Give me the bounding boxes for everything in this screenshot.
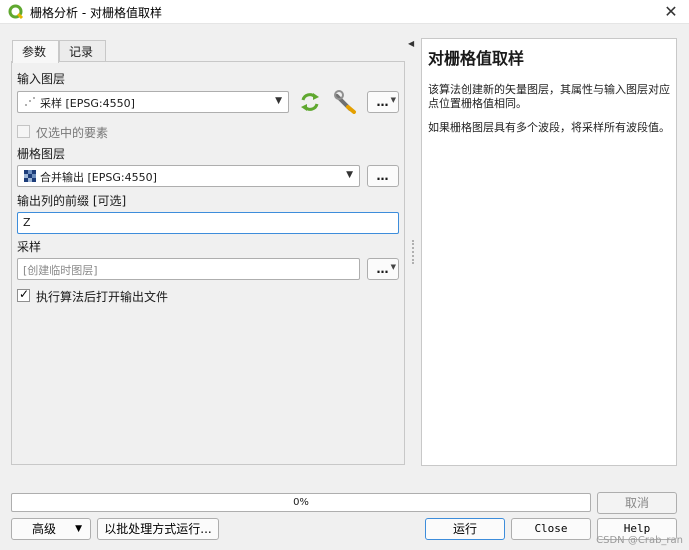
chevron-down-icon: ▼ xyxy=(275,96,282,106)
splitter-handle[interactable] xyxy=(412,240,414,264)
batch-process-button[interactable]: 以批处理方式运行... xyxy=(97,518,219,540)
title-bar: 栅格分析 - 对栅格值取样 ✕ xyxy=(0,0,689,24)
wrench-icon[interactable] xyxy=(333,90,357,114)
chevron-down-icon: ▼ xyxy=(346,170,353,180)
selected-only-label: 仅选中的要素 xyxy=(36,126,109,140)
close-button[interactable]: Close xyxy=(511,518,591,540)
point-layer-icon xyxy=(25,97,35,106)
iterate-icon[interactable] xyxy=(298,91,322,113)
help-panel: 对栅格值取样 该算法创建新的矢量图层，其属性与输入图层对应点位置栅格值相同。 如… xyxy=(421,38,677,466)
advanced-button[interactable]: 高级 ▼ xyxy=(11,518,91,540)
close-icon[interactable]: ✕ xyxy=(661,2,681,22)
help-title: 对栅格值取样 xyxy=(428,49,525,68)
open-output-checkbox[interactable]: ✓ xyxy=(17,287,30,302)
input-layer-label: 输入图层 xyxy=(17,72,66,86)
prefix-input[interactable]: Z xyxy=(17,212,399,234)
raster-layer-options-button[interactable]: … xyxy=(367,165,399,187)
tab-log[interactable]: 记录 xyxy=(59,40,106,62)
progress-bar: 0% xyxy=(11,493,591,512)
raster-layer-label: 栅格图层 xyxy=(17,147,66,161)
sample-output-label: 采样 xyxy=(17,240,42,254)
window-title: 栅格分析 - 对栅格值取样 xyxy=(30,6,162,20)
progress-label: 0% xyxy=(293,497,309,508)
cancel-button[interactable]: 取消 xyxy=(597,492,677,514)
help-paragraph-2: 如果栅格图层具有多个波段，将采样所有波段值。 xyxy=(428,121,670,134)
chevron-down-icon: ▼ xyxy=(390,263,396,271)
sample-output-input[interactable]: [创建临时图层] xyxy=(17,258,360,280)
run-button[interactable]: 运行 xyxy=(425,518,505,540)
input-layer-options-button[interactable]: … ▼ xyxy=(367,91,399,113)
sample-output-placeholder: [创建临时图层] xyxy=(23,264,98,277)
input-layer-combo[interactable]: 采样 [EPSG:4550] ▼ xyxy=(17,91,289,113)
chevron-down-icon: ▼ xyxy=(390,96,396,104)
collapse-help-icon[interactable]: ◀ xyxy=(408,39,414,48)
raster-layer-value: 合并输出 [EPSG:4550] xyxy=(40,171,157,184)
input-layer-value: 采样 [EPSG:4550] xyxy=(40,97,135,110)
open-output-label: 执行算法后打开输出文件 xyxy=(36,290,169,304)
tab-parameters[interactable]: 参数 xyxy=(12,40,59,63)
help-paragraph-1: 该算法创建新的矢量图层，其属性与输入图层对应点位置栅格值相同。 xyxy=(428,83,670,110)
raster-layer-icon xyxy=(24,170,36,182)
watermark: CSDN @Crab_ran xyxy=(596,535,683,546)
selected-only-checkbox[interactable] xyxy=(17,125,30,138)
advanced-label: 高级 xyxy=(32,522,57,536)
raster-layer-combo[interactable]: 合并输出 [EPSG:4550] ▼ xyxy=(17,165,360,187)
sample-output-options-button[interactable]: … ▼ xyxy=(367,258,399,280)
check-icon: ✓ xyxy=(19,287,30,301)
qgis-logo-icon xyxy=(8,4,24,20)
prefix-label: 输出列的前缀 [可选] xyxy=(17,194,127,208)
chevron-down-icon: ▼ xyxy=(75,524,82,534)
